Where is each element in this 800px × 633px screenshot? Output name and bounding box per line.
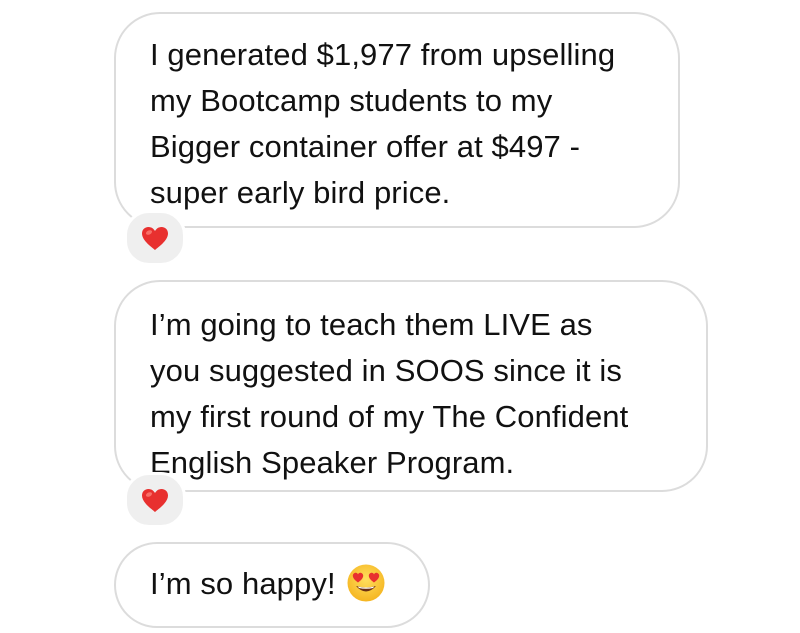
- message-bubble[interactable]: I generated $1,977 from upselling my Boo…: [114, 12, 680, 228]
- heart-icon: [141, 226, 169, 251]
- message-bubble[interactable]: I’m going to teach them LIVE as you sugg…: [114, 280, 708, 492]
- message-text-line: I generated $1,977 from upselling: [150, 37, 616, 72]
- message-text-line: I’m so happy!: [150, 566, 336, 601]
- message-text-line: I’m going to teach them LIVE as: [150, 307, 593, 342]
- message-text-line: my Bootcamp students to my: [150, 83, 553, 118]
- message-text-line: my first round of my The Confident: [150, 399, 629, 434]
- message-bubble[interactable]: I’m so happy!: [114, 542, 430, 628]
- heart-icon: [141, 488, 169, 513]
- message-text-line: English Speaker Program.: [150, 445, 515, 480]
- message-text-line: super early bird price.: [150, 175, 451, 210]
- message-text-line: Bigger container offer at $497 -: [150, 129, 581, 164]
- reaction-badge[interactable]: [124, 210, 186, 266]
- message-text-line: you suggested in SOOS since it is: [150, 353, 622, 388]
- reaction-badge[interactable]: [124, 472, 186, 528]
- smiling-face-with-heart-eyes-icon: [346, 563, 386, 603]
